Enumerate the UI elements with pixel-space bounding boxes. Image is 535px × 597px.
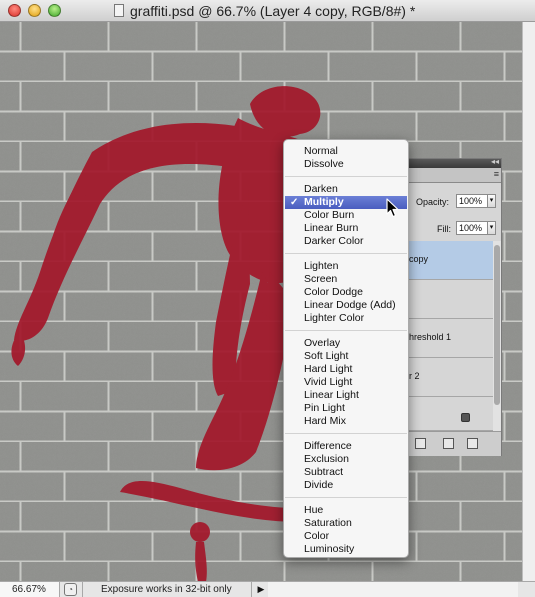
title-bar: graffiti.psd @ 66.7% (Layer 4 copy, RGB/… xyxy=(0,0,535,22)
menu-separator xyxy=(285,176,407,177)
menu-item-label: Luminosity xyxy=(304,543,355,555)
new-group-icon[interactable] xyxy=(415,438,426,449)
menu-item-label: Lighten xyxy=(304,260,339,272)
menu-item-color-dodge[interactable]: Color Dodge xyxy=(285,286,407,299)
menu-item-saturation[interactable]: Saturation xyxy=(285,517,407,530)
menu-item-linear-burn[interactable]: Linear Burn xyxy=(285,222,407,235)
menu-item-label: Color Dodge xyxy=(304,286,363,298)
status-bar: 66.67% ◔ Exposure works in 32-bit only ▶ xyxy=(0,581,535,597)
lock-icon xyxy=(461,413,470,422)
menu-separator xyxy=(285,253,407,254)
menu-item-label: Exclusion xyxy=(304,453,349,465)
horizontal-scrollbar[interactable] xyxy=(268,582,518,597)
menu-item-hue[interactable]: Hue xyxy=(285,504,407,517)
mouse-cursor-icon xyxy=(386,198,399,218)
menu-separator xyxy=(285,433,407,434)
menu-item-screen[interactable]: Screen xyxy=(285,273,407,286)
new-layer-icon[interactable] xyxy=(443,438,454,449)
menu-item-darker-color[interactable]: Darker Color xyxy=(285,235,407,248)
menu-item-label: Hard Mix xyxy=(304,415,347,427)
menu-item-label: Linear Dodge (Add) xyxy=(304,299,396,311)
status-message: Exposure works in 32-bit only xyxy=(82,582,252,597)
menu-item-label: Darken xyxy=(304,183,338,195)
menu-item-linear-dodge-add[interactable]: Linear Dodge (Add) xyxy=(285,299,407,312)
menu-item-hard-light[interactable]: Hard Light xyxy=(285,363,407,376)
menu-item-label: Lighter Color xyxy=(304,312,365,324)
layer-row[interactable]: r 2 xyxy=(407,358,493,397)
menu-item-label: Dissolve xyxy=(304,158,344,170)
menu-item-hard-mix[interactable]: Hard Mix xyxy=(285,415,407,428)
menu-item-difference[interactable]: Difference xyxy=(285,440,407,453)
layer-name: hreshold 1 xyxy=(409,332,452,342)
menu-item-luminosity[interactable]: Luminosity xyxy=(285,543,407,556)
fill-dropdown-icon[interactable]: ▾ xyxy=(487,221,496,235)
menu-item-soft-light[interactable]: Soft Light xyxy=(285,350,407,363)
menu-item-label: Hue xyxy=(304,504,324,516)
document-icon xyxy=(114,4,124,17)
proof-icon[interactable]: ◔ xyxy=(64,583,77,596)
menu-item-label: Linear Burn xyxy=(304,222,359,234)
menu-item-label: Difference xyxy=(304,440,352,452)
panel-header: ◂◂ xyxy=(407,157,501,168)
menu-item-label: Screen xyxy=(304,273,338,285)
layer-name: copy xyxy=(409,254,429,264)
layer-name: r 2 xyxy=(409,371,420,381)
menu-item-exclusion[interactable]: Exclusion xyxy=(285,453,407,466)
layer-row[interactable]: hreshold 1 xyxy=(407,319,493,358)
menu-item-color[interactable]: Color xyxy=(285,530,407,543)
menu-item-label: Color Burn xyxy=(304,209,355,221)
opacity-dropdown-icon[interactable]: ▾ xyxy=(487,194,496,208)
menu-item-linear-light[interactable]: Linear Light xyxy=(285,389,407,402)
vertical-scrollbar[interactable] xyxy=(522,22,535,581)
menu-item-lighter-color[interactable]: Lighter Color xyxy=(285,312,407,325)
panel-scroll-thumb[interactable] xyxy=(494,245,500,405)
menu-item-pin-light[interactable]: Pin Light xyxy=(285,402,407,415)
panel-footer xyxy=(407,431,501,456)
panel-tab-bar: ≡ xyxy=(407,168,501,183)
menu-item-label: Color xyxy=(304,530,330,542)
menu-item-label: Hard Light xyxy=(304,363,353,375)
window-title: graffiti.psd @ 66.7% (Layer 4 copy, RGB/… xyxy=(130,3,416,19)
menu-item-label: Divide xyxy=(304,479,334,491)
menu-item-darken[interactable]: Darken xyxy=(285,183,407,196)
layer-row[interactable] xyxy=(407,397,493,431)
layer-row[interactable]: copy xyxy=(407,241,493,280)
menu-separator xyxy=(285,497,407,498)
menu-item-subtract[interactable]: Subtract xyxy=(285,466,407,479)
minimize-button[interactable] xyxy=(28,4,41,17)
menu-item-label: Normal xyxy=(304,145,338,157)
menu-item-label: Vivid Light xyxy=(304,376,353,388)
menu-separator xyxy=(285,330,407,331)
menu-item-label: Linear Light xyxy=(304,389,359,401)
layers-panel: ◂◂ ≡ Opacity: 100% ▾ Fill: 100% ▾ copy h… xyxy=(406,157,502,456)
menu-item-label: Saturation xyxy=(304,517,352,529)
fill-field[interactable]: 100% xyxy=(456,221,488,235)
menu-item-label: Overlay xyxy=(304,337,341,349)
opacity-field[interactable]: 100% xyxy=(456,194,488,208)
checkmark-icon: ✓ xyxy=(290,197,299,208)
menu-item-lighten[interactable]: Lighten xyxy=(285,260,407,273)
zoom-field[interactable]: 66.67% xyxy=(0,582,60,597)
layer-row[interactable] xyxy=(407,280,493,319)
menu-item-label: Soft Light xyxy=(304,350,349,362)
zoom-button[interactable] xyxy=(48,4,61,17)
panel-menu-icon[interactable]: ≡ xyxy=(494,169,499,179)
status-menu-arrow[interactable]: ▶ xyxy=(254,582,269,597)
menu-item-label: Subtract xyxy=(304,466,344,478)
menu-item-overlay[interactable]: Overlay xyxy=(285,337,407,350)
menu-item-label: Darker Color xyxy=(304,235,364,247)
panel-scrollbar[interactable] xyxy=(493,241,501,431)
menu-item-label: Multiply xyxy=(304,196,344,208)
menu-item-divide[interactable]: Divide xyxy=(285,479,407,492)
opacity-label: Opacity: xyxy=(416,197,450,207)
collapse-icon[interactable]: ◂◂ xyxy=(491,157,499,166)
fill-label: Fill: xyxy=(437,224,451,234)
menu-item-normal[interactable]: Normal xyxy=(285,145,407,158)
trash-icon[interactable] xyxy=(467,438,478,449)
close-button[interactable] xyxy=(8,4,21,17)
menu-item-vivid-light[interactable]: Vivid Light xyxy=(285,376,407,389)
menu-item-dissolve[interactable]: Dissolve xyxy=(285,158,407,171)
menu-item-label: Pin Light xyxy=(304,402,345,414)
